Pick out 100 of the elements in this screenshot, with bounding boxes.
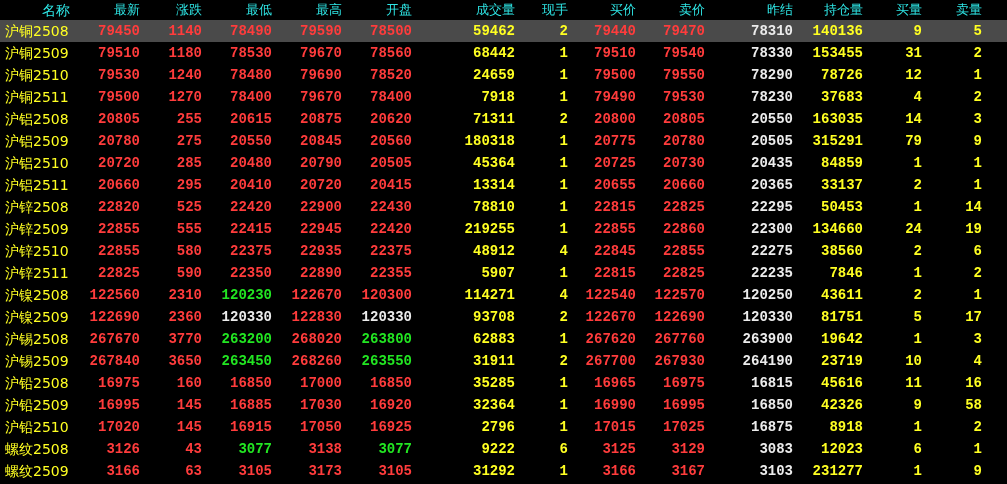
table-cell-text: 20845 [299, 132, 342, 151]
table-cell-text: 沪镍2509 [4, 308, 70, 327]
table-cell-text: 120250 [741, 286, 793, 305]
table-cell-text: 22420 [229, 198, 272, 217]
table-cell-text: 35285 [472, 374, 515, 393]
table-cell-text: 螺纹2509 [4, 462, 70, 481]
column-header[interactable]: 最新 [70, 0, 140, 20]
table-cell-text: 20805 [662, 110, 705, 129]
table-cell-text: 沪铅2508 [4, 374, 70, 393]
column-header[interactable]: 开盘 [342, 0, 412, 20]
table-cell-text: 20655 [593, 176, 636, 195]
column-header[interactable]: 现手 [515, 0, 568, 20]
table-cell-text: 4 [912, 88, 922, 107]
table-cell-text: 沪铝2510 [4, 154, 70, 173]
table-row[interactable]: 沪铝2509 20780 275 20550 20845 20560 180318 1 20775 20780 20505 315291 79 9 [0, 130, 1007, 152]
table-row[interactable]: 沪锌2511 22825 590 22350 22890 22355 5907 1 22815 22825 22235 7846 1 2 [0, 262, 1007, 284]
table-cell-text: 267930 [653, 352, 705, 371]
table-cell-text: 20560 [369, 132, 412, 151]
table-cell-text: 2 [912, 242, 922, 261]
table-cell-text: 20550 [229, 132, 272, 151]
table-cell-text: 3126 [105, 440, 140, 459]
table-row[interactable]: 沪铜2510 79530 1240 78480 79690 78520 24659 1 79500 79550 78290 78726 12 1 [0, 64, 1007, 86]
table-cell-text: 22815 [593, 264, 636, 283]
table-cell-text: 275 [175, 132, 202, 151]
table-cell-text: 1240 [167, 66, 202, 85]
table-cell-text: 1 [558, 66, 568, 85]
table-cell-text: 263450 [220, 352, 272, 371]
table-cell-text: 1 [972, 154, 982, 173]
table-cell-text: 3173 [307, 462, 342, 481]
table-cell-text: 122540 [584, 286, 636, 305]
column-header[interactable]: 成交量 [412, 0, 515, 20]
table-row[interactable]: 沪镍2509 122690 2360 120330 122830 120330 93708 2 122670 122690 120330 81751 5 17 [0, 306, 1007, 328]
table-cell-text: 沪锌2508 [4, 198, 70, 217]
table-cell-text: 22845 [593, 242, 636, 261]
table-row[interactable]: 沪锌2509 22855 555 22415 22945 22420 219255 1 22855 22860 22300 134660 24 19 [0, 218, 1007, 240]
table-cell-text: 78400 [369, 88, 412, 107]
table-cell-text: 2 [972, 44, 982, 63]
table-cell-text: 1 [972, 440, 982, 459]
column-header[interactable]: 最低 [202, 0, 272, 20]
table-row[interactable]: 沪铝2510 20720 285 20480 20790 20505 45364 1 20725 20730 20435 84859 1 1 [0, 152, 1007, 174]
table-row[interactable]: 沪铜2509 79510 1180 78530 79670 78560 68442 1 79510 79540 78330 153455 31 2 [0, 42, 1007, 64]
table-cell-text: 79540 [662, 44, 705, 63]
column-header[interactable]: 最高 [272, 0, 342, 20]
table-row[interactable]: 沪铝2511 20660 295 20410 20720 20415 13314 1 20655 20660 20365 33137 2 1 [0, 174, 1007, 196]
table-cell-text: 78560 [369, 44, 412, 63]
table-cell-text: 16815 [750, 374, 793, 393]
table-row[interactable]: 沪铜2511 79500 1270 78400 79670 78400 7918 1 79490 79530 78230 37683 4 2 [0, 86, 1007, 108]
table-row[interactable]: 沪锌2508 22820 525 22420 22900 22430 78810 1 22815 22825 22295 50453 1 14 [0, 196, 1007, 218]
table-cell-text: 78290 [750, 66, 793, 85]
table-cell-text: 1 [558, 418, 568, 437]
table-cell-text: 20415 [369, 176, 412, 195]
table-cell-text: 1 [558, 44, 568, 63]
table-row[interactable]: 沪镍2508 122560 2310 120230 122670 120300 114271 4 122540 122570 120250 43611 2 1 [0, 284, 1007, 306]
column-header[interactable]: 买价 [568, 0, 636, 20]
table-cell-text: 2 [972, 264, 982, 283]
table-cell-text: 22945 [299, 220, 342, 239]
table-row[interactable]: 沪锡2508 267670 3770 263200 268020 263800 62883 1 267620 267760 263900 19642 1 3 [0, 328, 1007, 350]
table-cell-text: 78500 [369, 22, 412, 41]
table-row[interactable]: 沪铜2508 79450 1140 78490 79590 78500 59462 2 79440 79470 78310 140136 9 5 [0, 20, 1007, 42]
table-cell-text: 1 [558, 374, 568, 393]
column-header[interactable]: 买量 [863, 0, 922, 20]
table-cell-text: 264190 [741, 352, 793, 371]
table-row[interactable]: 沪铅2509 16995 145 16885 17030 16920 32364 1 16990 16995 16850 42326 9 58 [0, 394, 1007, 416]
table-row[interactable]: 沪铅2508 16975 160 16850 17000 16850 35285 1 16965 16975 16815 45616 11 16 [0, 372, 1007, 394]
table-cell-text: 沪铅2510 [4, 418, 70, 437]
table-row[interactable]: 沪铅2510 17020 145 16915 17050 16925 2796 1 17015 17025 16875 8918 1 2 [0, 416, 1007, 438]
table-cell-text: 14 [964, 198, 982, 217]
table-cell-text: 22825 [97, 264, 140, 283]
table-cell-text: 14 [904, 110, 922, 129]
table-cell-text: 16915 [229, 418, 272, 437]
column-header[interactable]: 卖价 [636, 0, 705, 20]
column-header[interactable]: 涨跌 [140, 0, 202, 20]
table-row[interactable]: 沪锌2510 22855 580 22375 22935 22375 48912 4 22845 22855 22275 38560 2 6 [0, 240, 1007, 262]
table-cell-text: 20505 [369, 154, 412, 173]
table-cell-text: 1 [558, 132, 568, 151]
column-header[interactable]: 持仓量 [793, 0, 863, 20]
column-header[interactable]: 昨结 [705, 0, 793, 20]
table-cell-text: 231277 [811, 462, 863, 481]
table-cell-text: 20505 [750, 132, 793, 151]
table-cell-text: 16850 [750, 396, 793, 415]
table-cell-text: 43611 [820, 286, 863, 305]
table-cell-text: 84859 [820, 154, 863, 173]
table-cell-text: 122690 [88, 308, 140, 327]
table-row[interactable]: 螺纹2509 3166 63 3105 3173 3105 31292 1 3166 3167 3103 231277 1 9 [0, 460, 1007, 482]
table-row[interactable]: 螺纹2508 3126 43 3077 3138 3077 9222 6 3125 3129 3083 12023 6 1 [0, 438, 1007, 460]
table-cell-text: 16990 [593, 396, 636, 415]
table-row[interactable]: 沪锡2509 267840 3650 263450 268260 263550 31911 2 267700 267930 264190 23719 10 4 [0, 350, 1007, 372]
table-cell-text: 9 [972, 462, 982, 481]
table-cell-text: 沪镍2508 [4, 286, 70, 305]
table-cell-text: 1 [558, 264, 568, 283]
table-row[interactable]: 沪铝2508 20805 255 20615 20875 20620 71311 2 20800 20805 20550 163035 14 3 [0, 108, 1007, 130]
table-cell-text: 153455 [811, 44, 863, 63]
table-cell-text: 2 [558, 352, 568, 371]
table-cell-text: 79 [904, 132, 922, 151]
table-cell-text: 13314 [472, 176, 515, 195]
table-cell-text: 22375 [369, 242, 412, 261]
column-header[interactable]: 名称 [0, 0, 70, 20]
table-cell-text: 63 [184, 462, 202, 481]
table-cell-text: 38560 [820, 242, 863, 261]
column-header[interactable]: 卖量 [922, 0, 982, 20]
